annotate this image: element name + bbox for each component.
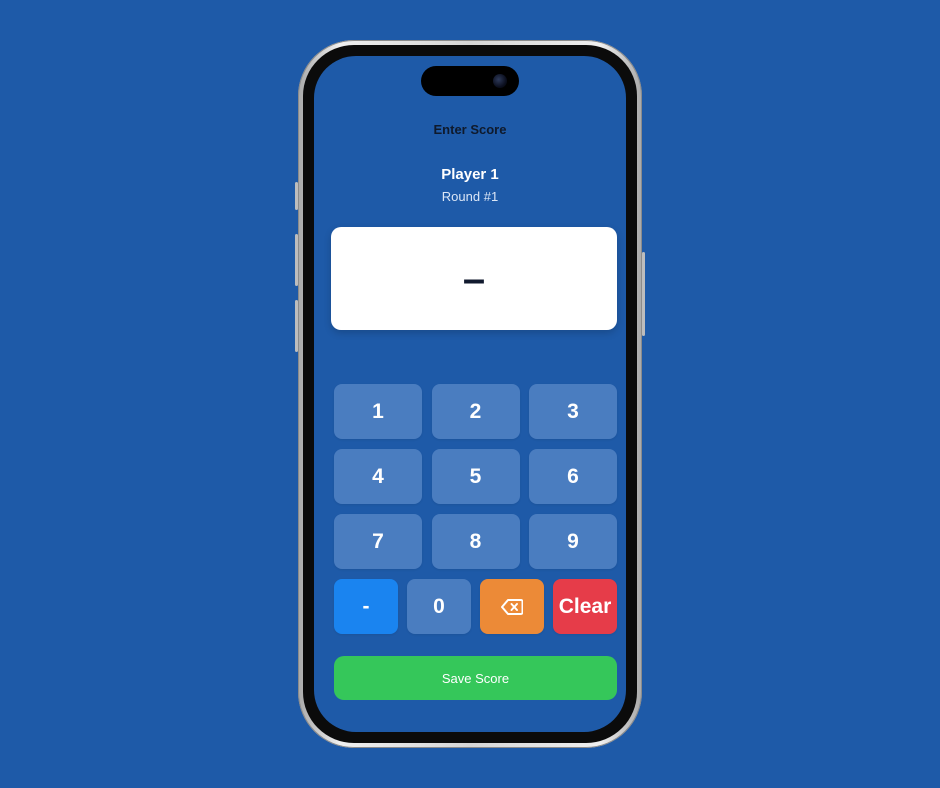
backspace-icon	[501, 598, 523, 615]
keypad: 1 2 3 4 5 6 7 8 9 - 0 Clear	[334, 384, 617, 644]
key-9[interactable]: 9	[529, 514, 617, 569]
volume-up-button	[295, 234, 298, 286]
save-score-button[interactable]: Save Score	[334, 656, 617, 700]
keypad-row: 4 5 6	[334, 449, 617, 504]
minus-button[interactable]: -	[334, 579, 398, 634]
key-6[interactable]: 6	[529, 449, 617, 504]
key-7[interactable]: 7	[334, 514, 422, 569]
power-button	[642, 252, 645, 336]
score-value: –	[462, 256, 486, 301]
key-0[interactable]: 0	[407, 579, 471, 634]
key-5[interactable]: 5	[431, 449, 520, 504]
player-name: Player 1	[441, 166, 499, 183]
key-1[interactable]: 1	[334, 384, 422, 439]
phone-screen: Enter Score Player 1 Round #1 – 1 2 3 4 …	[314, 56, 626, 732]
key-3[interactable]: 3	[529, 384, 617, 439]
dynamic-island	[421, 66, 519, 96]
key-8[interactable]: 8	[431, 514, 520, 569]
volume-down-button	[295, 300, 298, 352]
key-2[interactable]: 2	[431, 384, 520, 439]
phone-frame: Enter Score Player 1 Round #1 – 1 2 3 4 …	[295, 40, 645, 748]
keypad-row: 1 2 3	[334, 384, 617, 439]
clear-button[interactable]: Clear	[553, 579, 617, 634]
score-display: –	[331, 227, 617, 330]
round-label: Round #1	[441, 189, 499, 204]
page-title: Enter Score	[433, 122, 507, 137]
action-button	[295, 182, 298, 210]
keypad-row-bottom: - 0 Clear	[334, 579, 617, 634]
backspace-button[interactable]	[480, 579, 544, 634]
key-4[interactable]: 4	[334, 449, 422, 504]
camera-icon	[493, 74, 507, 88]
keypad-row: 7 8 9	[334, 514, 617, 569]
